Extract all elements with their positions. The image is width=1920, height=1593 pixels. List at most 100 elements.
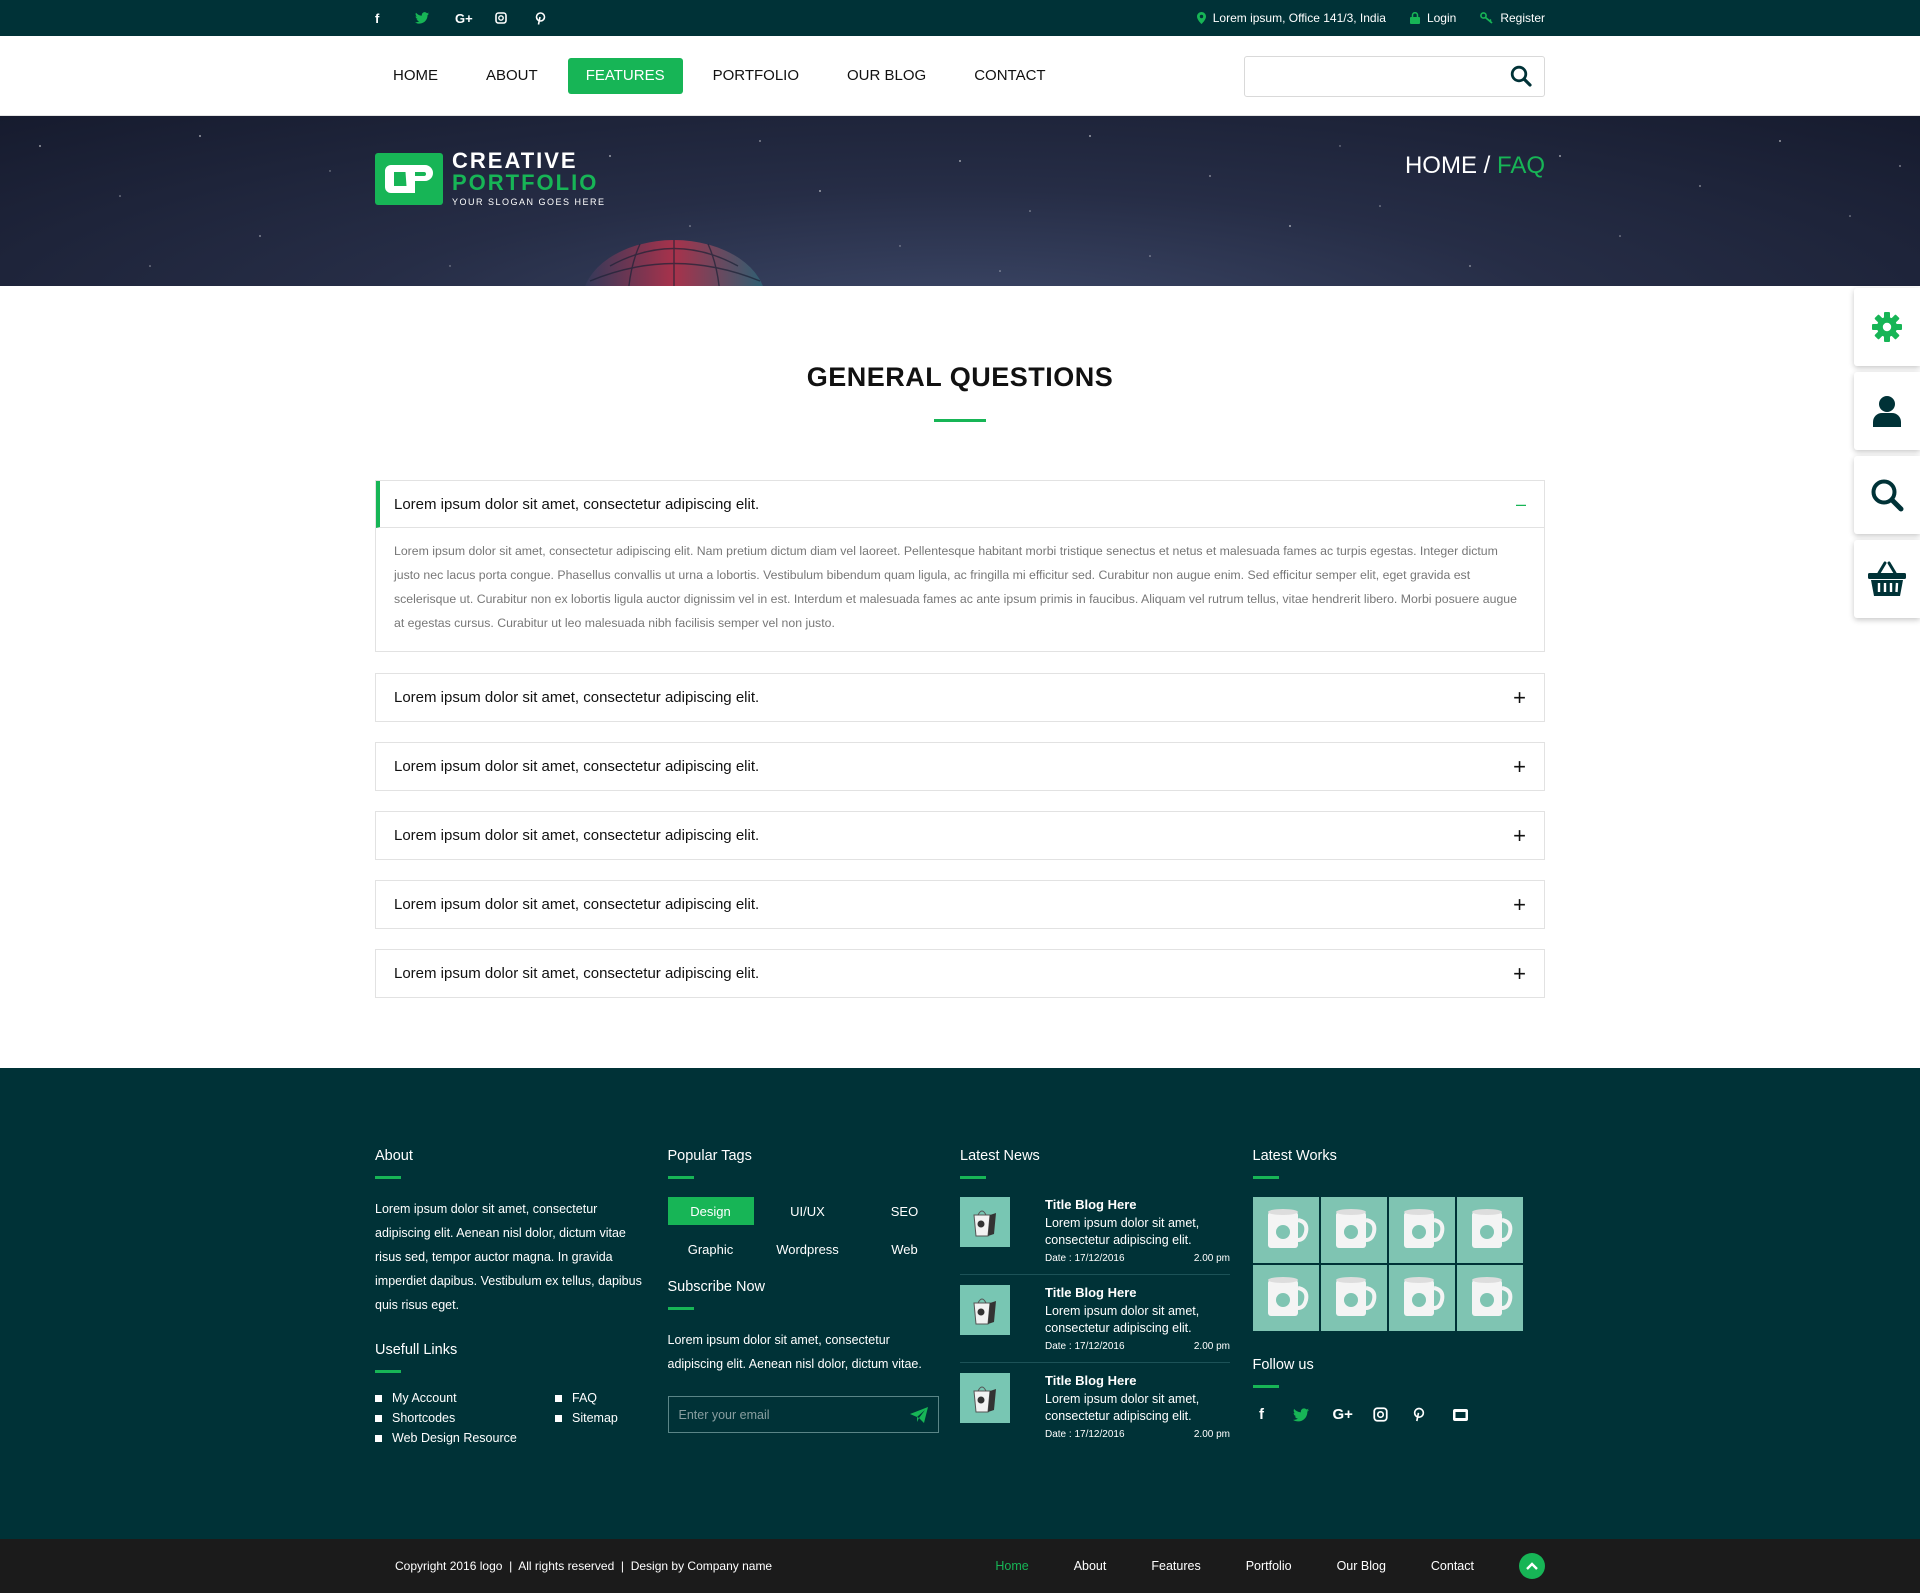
- footer-about-title: About: [375, 1148, 413, 1164]
- mug-icon: [1267, 1209, 1308, 1248]
- basket-icon: [1867, 561, 1907, 597]
- footer-news-title: Latest News: [960, 1148, 1040, 1164]
- work-thumbnail[interactable]: [1252, 1265, 1319, 1331]
- search-tool-button[interactable]: [1854, 456, 1920, 534]
- news-title[interactable]: Title Blog Here: [1045, 1373, 1230, 1388]
- bottom-bar: Copyright 2016 logo | All rights reserve…: [0, 1539, 1920, 1593]
- account-tool-button[interactable]: [1854, 372, 1920, 450]
- expand-icon[interactable]: +: [1513, 823, 1526, 849]
- bottom-nav-contact[interactable]: Contact: [1431, 1559, 1474, 1573]
- faq-item: Lorem ipsum dolor sit amet, consectetur …: [375, 811, 1545, 860]
- nav-portfolio[interactable]: PORTFOLIO: [695, 58, 817, 94]
- faq-question[interactable]: Lorem ipsum dolor sit amet, consectetur …: [376, 674, 1544, 721]
- youtube-icon[interactable]: [1452, 1407, 1471, 1422]
- link-web-design-resource[interactable]: Web Design Resource: [375, 1431, 555, 1445]
- news-title[interactable]: Title Blog Here: [1045, 1285, 1230, 1300]
- link-my-account[interactable]: My Account: [375, 1391, 555, 1405]
- bottom-nav-our-blog[interactable]: Our Blog: [1337, 1559, 1386, 1573]
- faq-question[interactable]: Lorem ipsum dolor sit amet, consectetur …: [376, 881, 1544, 928]
- news-item[interactable]: Title Blog Here Lorem ipsum dolor sit am…: [960, 1285, 1230, 1363]
- scroll-to-top-button[interactable]: [1519, 1553, 1545, 1579]
- bottom-nav-features[interactable]: Features: [1151, 1559, 1200, 1573]
- send-icon[interactable]: [909, 1406, 928, 1423]
- faq-item: Lorem ipsum dolor sit amet, consectetur …: [375, 880, 1545, 929]
- mug-icon: [1335, 1277, 1376, 1316]
- pinterest-icon[interactable]: [1413, 1407, 1431, 1422]
- bottom-nav-portfolio[interactable]: Portfolio: [1246, 1559, 1292, 1573]
- facebook-icon[interactable]: f: [1253, 1406, 1271, 1423]
- twitter-icon[interactable]: [1292, 1407, 1311, 1422]
- work-thumbnail[interactable]: [1388, 1265, 1455, 1331]
- tag-graphic[interactable]: Graphic: [668, 1235, 754, 1263]
- footer-social-links: f G+: [1253, 1406, 1546, 1423]
- expand-icon[interactable]: +: [1513, 961, 1526, 987]
- faq-item: Lorem ipsum dolor sit amet, consectetur …: [375, 949, 1545, 998]
- faq-question[interactable]: Lorem ipsum dolor sit amet, consectetur …: [376, 481, 1544, 528]
- footer-follow-title: Follow us: [1252, 1357, 1314, 1373]
- breadcrumb: HOME / FAQ: [1405, 152, 1545, 180]
- tag-web[interactable]: Web: [862, 1235, 948, 1263]
- bottom-nav-home[interactable]: Home: [995, 1559, 1028, 1573]
- link-sitemap[interactable]: Sitemap: [555, 1411, 665, 1425]
- email-field[interactable]: Enter your email: [667, 1396, 939, 1433]
- login-link[interactable]: Login: [1409, 11, 1456, 25]
- news-time: 2.00 pm: [1193, 1341, 1230, 1352]
- work-thumbnail[interactable]: [1320, 1265, 1387, 1331]
- work-thumbnail[interactable]: [1456, 1197, 1523, 1263]
- twitter-icon[interactable]: [415, 0, 455, 36]
- tag-seo[interactable]: SEO: [862, 1197, 948, 1225]
- nav-our-blog[interactable]: OUR BLOG: [829, 58, 944, 94]
- search-icon[interactable]: [1510, 65, 1532, 87]
- cart-tool-button[interactable]: [1854, 540, 1920, 618]
- faq-question[interactable]: Lorem ipsum dolor sit amet, consectetur …: [376, 812, 1544, 859]
- news-item[interactable]: Title Blog Here Lorem ipsum dolor sit am…: [960, 1373, 1230, 1450]
- pinterest-icon[interactable]: [535, 0, 575, 36]
- link-faq[interactable]: FAQ: [555, 1391, 665, 1405]
- nav-contact[interactable]: CONTACT: [956, 58, 1063, 94]
- nav-about[interactable]: ABOUT: [468, 58, 556, 94]
- breadcrumb-separator: /: [1476, 152, 1497, 179]
- tag-uiux[interactable]: UI/UX: [758, 1197, 858, 1225]
- tag-design[interactable]: Design: [667, 1197, 754, 1225]
- news-title[interactable]: Title Blog Here: [1045, 1197, 1230, 1212]
- google-plus-icon[interactable]: G+: [455, 0, 495, 36]
- faq-question[interactable]: Lorem ipsum dolor sit amet, consectetur …: [376, 950, 1544, 997]
- nav-features[interactable]: FEATURES: [567, 58, 683, 94]
- search-icon: [1870, 478, 1904, 512]
- main-navbar: HOME ABOUT FEATURES PORTFOLIO OUR BLOG C…: [0, 36, 1920, 116]
- footer-subscribe-title: Subscribe Now: [667, 1279, 766, 1295]
- chevron-up-icon: [1526, 1562, 1538, 1570]
- mug-icon: [1403, 1209, 1444, 1248]
- tag-wordpress[interactable]: Wordpress: [758, 1235, 858, 1263]
- work-thumbnail[interactable]: [1388, 1197, 1455, 1263]
- site-logo[interactable]: CREATIVE PORTFOLIO YOUR SLOGAN GOES HERE: [375, 150, 606, 207]
- google-plus-icon[interactable]: G+: [1333, 1406, 1353, 1423]
- logo-cp-icon: [375, 152, 443, 205]
- faq-item: Lorem ipsum dolor sit amet, consectetur …: [375, 480, 1545, 652]
- mug-icon: [1471, 1277, 1512, 1316]
- footer-subscribe-text: Lorem ipsum dolor sit amet, consectetur …: [667, 1333, 922, 1371]
- news-item[interactable]: Title Blog Here Lorem ipsum dolor sit am…: [960, 1197, 1230, 1275]
- work-thumbnail[interactable]: [1456, 1265, 1523, 1331]
- expand-icon[interactable]: +: [1513, 892, 1526, 918]
- expand-icon[interactable]: +: [1513, 685, 1526, 711]
- collapse-icon[interactable]: –: [1516, 494, 1526, 515]
- facebook-icon[interactable]: f: [375, 0, 415, 36]
- news-thumbnail: [960, 1285, 1010, 1335]
- link-shortcodes[interactable]: Shortcodes: [375, 1411, 555, 1425]
- faq-question[interactable]: Lorem ipsum dolor sit amet, consectetur …: [376, 743, 1544, 790]
- work-thumbnail[interactable]: [1320, 1197, 1387, 1263]
- instagram-icon[interactable]: [495, 0, 535, 36]
- settings-tool-button[interactable]: [1854, 288, 1920, 366]
- expand-icon[interactable]: +: [1513, 754, 1526, 780]
- nav-home[interactable]: HOME: [375, 58, 456, 94]
- register-link[interactable]: Register: [1480, 11, 1545, 25]
- breadcrumb-home[interactable]: HOME: [1405, 152, 1477, 179]
- bottom-nav-about[interactable]: About: [1074, 1559, 1107, 1573]
- faq-section: GENERAL QUESTIONS Lorem ipsum dolor sit …: [0, 286, 1920, 1068]
- search-input[interactable]: [1244, 55, 1545, 97]
- work-thumbnail[interactable]: [1252, 1197, 1319, 1263]
- breadcrumb-current: FAQ: [1496, 152, 1545, 179]
- logo-line2: PORTFOLIO: [452, 170, 599, 195]
- instagram-icon[interactable]: [1372, 1407, 1391, 1422]
